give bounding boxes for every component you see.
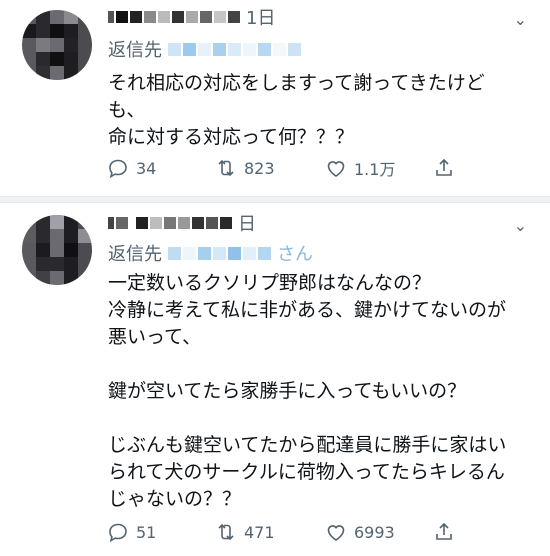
tweet-actions: 51 471 6993 — [106, 517, 466, 547]
heart-icon — [327, 525, 345, 541]
display-name-redacted[interactable] — [108, 217, 232, 229]
like-count: 6993 — [354, 522, 395, 542]
retweet-count: 471 — [244, 522, 275, 542]
retweet-button[interactable]: 471 — [214, 517, 275, 547]
reply-handle-suffix[interactable]: さん — [277, 240, 313, 266]
reply-prefix: 返信先 — [108, 244, 162, 265]
share-icon — [436, 522, 452, 540]
tweet-timestamp[interactable]: 日 — [238, 210, 256, 236]
tweet[interactable]: 日 ⌄ 返信先 さん 一定数いるクソリプ野郎はなんなの？ 冷静に考えて私に非があ… — [0, 0, 550, 543]
replying-to: 返信先 さん — [108, 240, 313, 266]
tweet-text: 一定数いるクソリプ野郎はなんなの？ 冷静に考えて私に非がある、鍵かけてないのが … — [108, 272, 507, 510]
like-button[interactable]: 6993 — [324, 517, 395, 547]
retweet-icon — [218, 523, 234, 541]
share-button[interactable] — [432, 517, 462, 547]
reply-handle-redacted[interactable] — [168, 246, 271, 260]
chevron-down-icon[interactable]: ⌄ — [514, 216, 528, 235]
reply-icon — [109, 523, 127, 543]
tweet-header: 日 — [108, 210, 256, 236]
reply-button[interactable]: 51 — [106, 517, 156, 547]
reply-count: 51 — [136, 522, 157, 542]
